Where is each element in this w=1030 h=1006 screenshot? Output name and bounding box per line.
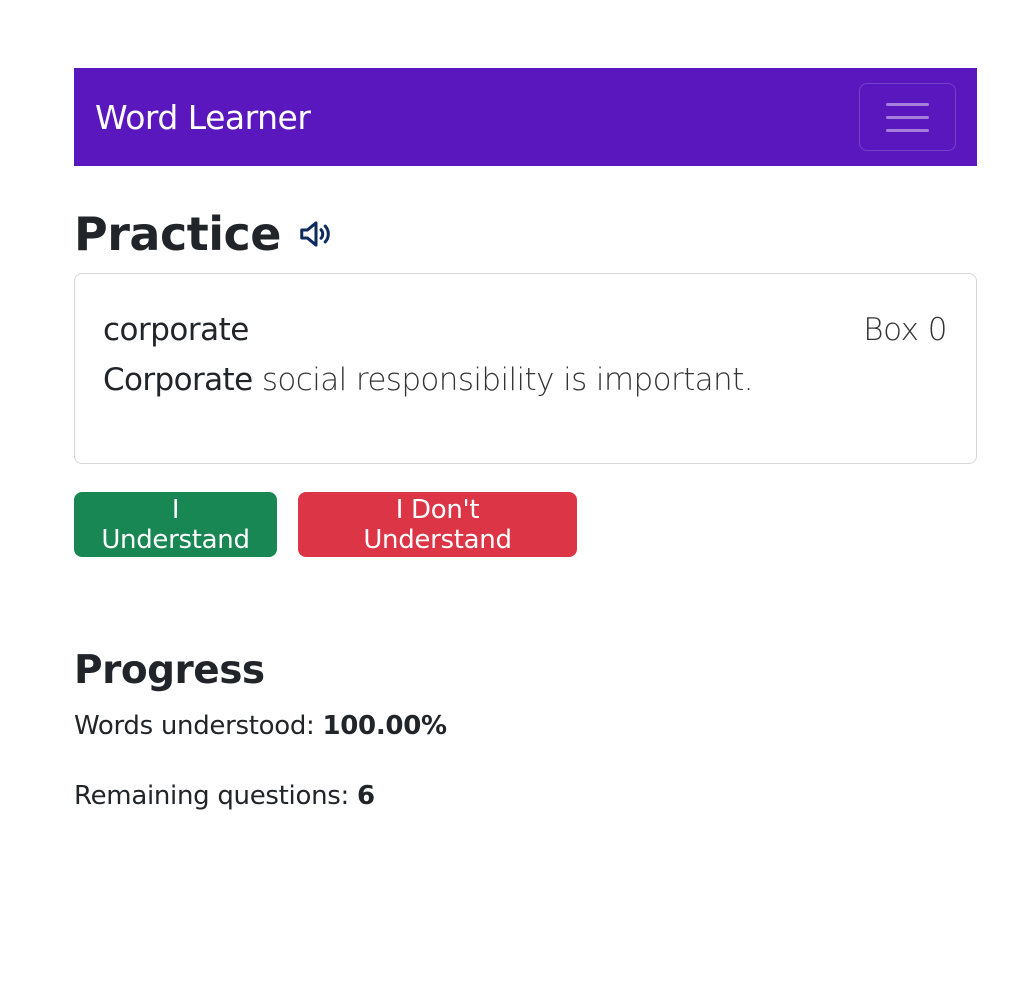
hamburger-line — [886, 102, 929, 106]
sentence-highlight: Corporate — [103, 362, 253, 398]
word-text: corporate — [103, 312, 249, 348]
practice-heading-row: Practice — [74, 206, 977, 262]
remaining-questions-label: Remaining questions: — [74, 781, 357, 811]
words-understood-stat: Words understood: 100.00% — [74, 709, 977, 743]
hamburger-line — [886, 128, 929, 132]
hamburger-line — [886, 115, 929, 119]
answer-buttons: I Understand I Don't Understand — [74, 492, 977, 557]
speaker-icon[interactable] — [297, 215, 335, 253]
progress-title: Progress — [74, 648, 265, 693]
remaining-questions-stat: Remaining questions: 6 — [74, 779, 977, 813]
understand-button[interactable]: I Understand — [74, 492, 277, 557]
remaining-questions-value: 6 — [356, 781, 375, 811]
card-header: corporate Box 0 — [103, 310, 947, 350]
navbar: Word Learner — [74, 68, 977, 166]
main-container: Word Learner Practice corporate Box 0 Co… — [74, 68, 977, 813]
practice-title: Practice — [74, 207, 281, 261]
example-sentence: Corporate social responsibility is impor… — [103, 362, 947, 398]
box-label: Box 0 — [863, 312, 947, 348]
navbar-toggler-button[interactable] — [859, 83, 956, 151]
sentence-rest: social responsibility is important. — [252, 362, 754, 398]
word-card: corporate Box 0 Corporate social respons… — [74, 273, 977, 464]
dont-understand-button[interactable]: I Don't Understand — [298, 492, 577, 557]
words-understood-value: 100.00% — [322, 711, 447, 741]
navbar-brand[interactable]: Word Learner — [95, 98, 311, 137]
words-understood-label: Words understood: — [74, 711, 323, 741]
